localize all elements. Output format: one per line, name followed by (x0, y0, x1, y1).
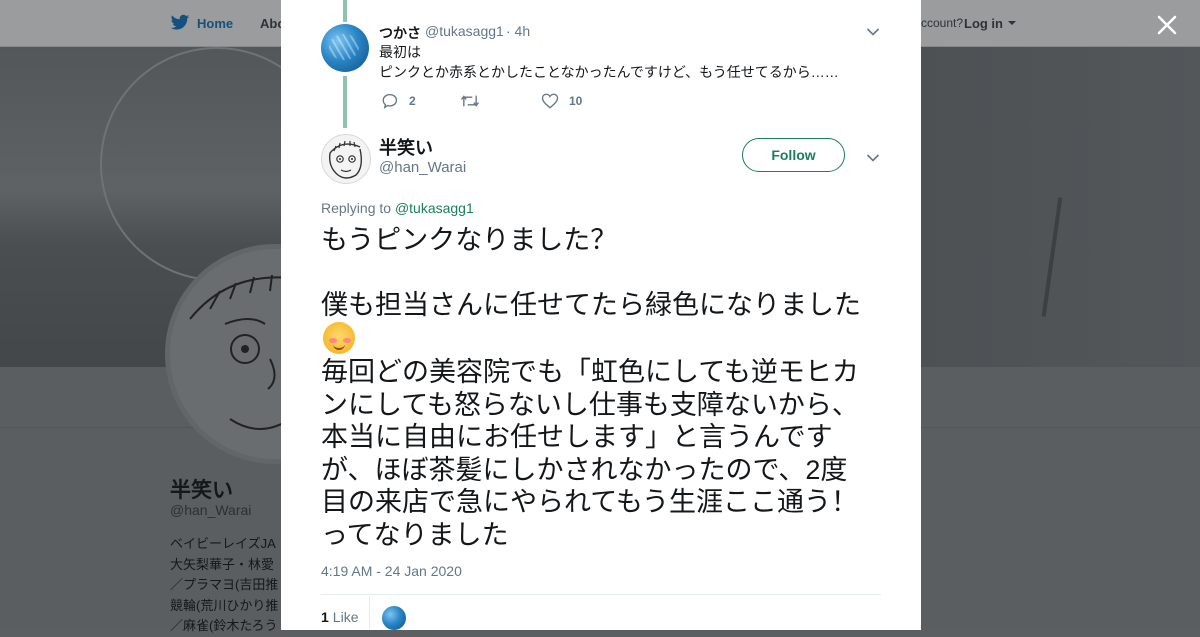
replying-to-link[interactable]: @tukasagg1 (395, 200, 474, 216)
replying-to: Replying to @tukasagg1 (321, 200, 474, 216)
reply-action[interactable]: 2 (381, 92, 416, 110)
author-name[interactable]: 半笑い (379, 134, 433, 160)
follow-button[interactable]: Follow (742, 138, 845, 172)
bio-line: ／麻雀(鈴木たろう (170, 618, 278, 633)
tweet-text-line: 毎回どの美容院でも「虹色にしても逆モヒカ (321, 357, 859, 387)
tweet-text-line: ってなりました (321, 519, 509, 550)
retweet-icon (460, 95, 480, 107)
reply-author-avatar[interactable] (321, 24, 369, 72)
tweet-text-line: 本当に自由にお任せします」と言うんです (321, 422, 833, 452)
like-count: 10 (569, 94, 583, 108)
cartoon-face-icon (328, 140, 363, 179)
emoji-line (321, 321, 891, 357)
nav-home-link[interactable]: Home (197, 16, 233, 31)
thread-connector (343, 0, 347, 22)
reply-author-name[interactable]: つかさ (379, 23, 421, 43)
retweet-action[interactable] (460, 92, 490, 110)
smiling-face-icon (323, 321, 355, 354)
reply-text-line: ピンクとか赤系とかしたことなかったんですけど、もう任せてるから…… (379, 64, 839, 80)
reply-timestamp[interactable]: · 4h (506, 23, 530, 39)
have-account-text: ccount? (921, 16, 964, 30)
reply-icon (382, 93, 398, 109)
bio-line: ベイビーレイズJA (170, 536, 276, 551)
divider (321, 594, 881, 595)
likes-label: Like (332, 609, 359, 625)
tweet-text-line (321, 257, 891, 290)
heart-icon (541, 93, 559, 109)
tweet-text: もうピンクなりました？ 僕も担当さんに任せてたら緑色になりました 毎回どの美容院… (321, 224, 891, 551)
tweet-text-line: ンにしても怒らないし仕事も支障ないから、 (321, 389, 859, 420)
chevron-down-icon[interactable] (866, 27, 880, 37)
tweet-text-line: もうピンクなりました？ (321, 225, 618, 255)
reply-author-handle[interactable]: @tukasagg1 (425, 23, 504, 39)
tweet-text-line: 僕も担当さんに任せてたら緑色になりました (321, 290, 861, 320)
profile-name: 半笑い (170, 479, 233, 502)
profile-handle: @han_Warai (170, 502, 252, 518)
tweet-timestamp[interactable]: 4:19 AM - 24 Jan 2020 (321, 563, 462, 579)
divider (369, 596, 370, 630)
login-link[interactable]: Log in (964, 16, 1003, 31)
tweet-text-line: が、ほぼ茶髪にしかされなかったので、2度 (321, 454, 848, 485)
chevron-down-icon[interactable] (866, 153, 880, 163)
bio-line: ／プラマヨ(吉田推 (170, 577, 279, 592)
likes-count: 1 (321, 609, 329, 625)
chevron-down-icon (1008, 21, 1016, 25)
reply-tweet-text: 最初は ピンクとか赤系とかしたことなかったんですけど、もう任せてるから…… (379, 42, 859, 82)
close-icon[interactable] (1154, 12, 1180, 38)
like-action[interactable]: 10 (541, 92, 582, 110)
likes-stat[interactable]: 1 Like (321, 609, 358, 625)
bio-line: 競輪(荒川ひかり推 (170, 597, 279, 613)
reply-text-line: 最初は (379, 44, 421, 60)
bio-line: 大矢梨華子・林愛 (170, 556, 275, 572)
profile-bio: ベイビーレイズJA 大矢梨華子・林愛 ／プラマヨ(吉田推 競輪(荒川ひかり推 ／… (170, 534, 285, 637)
author-handle[interactable]: @han_Warai (379, 159, 466, 176)
replying-to-prefix: Replying to (321, 200, 395, 216)
liker-avatar[interactable] (382, 606, 406, 630)
thread-connector (343, 76, 347, 128)
reply-count: 2 (409, 94, 416, 108)
tweet-text-line: 目の来店で急にやられてもう生涯ここ通う！ (321, 487, 859, 517)
tweet-modal: つかさ @tukasagg1 · 4h 最初は ピンクとか赤系とかしたことなかっ… (281, 0, 921, 630)
author-avatar[interactable] (321, 134, 371, 184)
twitter-bird-icon[interactable] (170, 14, 190, 32)
